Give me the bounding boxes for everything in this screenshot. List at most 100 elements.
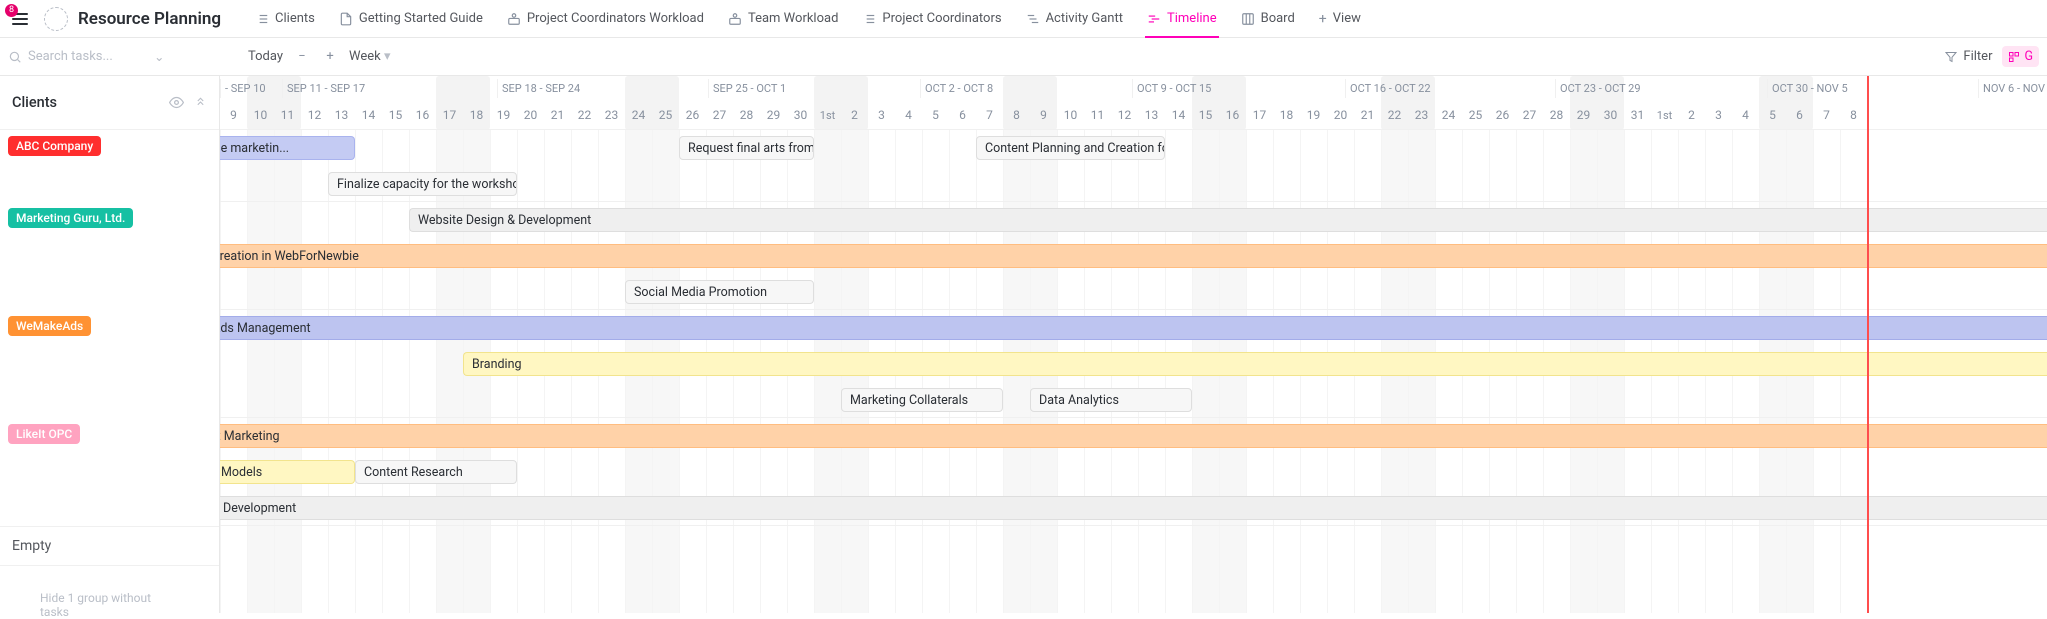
day-label: 28 <box>733 100 760 130</box>
today-button[interactable]: Today <box>248 49 283 64</box>
timeline-body[interactable]: nalize the marketin... Request final arts… <box>220 130 2047 613</box>
day-label: 4 <box>1732 100 1759 130</box>
tab-team-workload[interactable]: Team Workload <box>718 0 848 38</box>
visibility-icon[interactable] <box>169 95 184 110</box>
sidebar: Clients ABC Company Marketing Guru, Ltd. W… <box>0 76 220 613</box>
task-bar[interactable]: Article creation in WebForNewbie <box>220 244 2047 268</box>
search-icon <box>8 50 22 64</box>
hide-groups-message[interactable]: Hide 1 group without tasks <box>0 566 219 619</box>
menu-button[interactable]: 8 <box>8 7 32 31</box>
main: Clients ABC Company Marketing Guru, Ltd. W… <box>0 76 2047 613</box>
day-label: 25 <box>652 100 679 130</box>
day-label: 16 <box>409 100 436 130</box>
task-bar[interactable]: Data Analytics <box>1030 388 1192 412</box>
day-label: 16 <box>1219 100 1246 130</box>
space-icon <box>44 7 68 31</box>
task-bar[interactable]: Content Planning and Creation fo... <box>976 136 1165 160</box>
day-label: 30 <box>1597 100 1624 130</box>
group-mg[interactable]: Marketing Guru, Ltd. <box>0 202 219 310</box>
zoom-in-button[interactable]: + <box>321 49 339 64</box>
group-wma[interactable]: WeMakeAds <box>0 310 219 418</box>
task-bar[interactable]: Content Research <box>355 460 517 484</box>
group-tag: ABC Company <box>8 136 101 156</box>
day-label: 4 <box>895 100 922 130</box>
day-label: 27 <box>706 100 733 130</box>
zoom-select[interactable]: Week ▾ <box>349 49 390 64</box>
group-tag: LikeIt OPC <box>8 424 80 444</box>
day-label: 17 <box>436 100 463 130</box>
task-bar[interactable]: Content Models <box>220 460 355 484</box>
day-label: 7 <box>1813 100 1840 130</box>
task-bar[interactable]: Online Ads Management <box>220 316 2047 340</box>
group-tag: WeMakeAds <box>8 316 91 336</box>
day-label: 1st <box>1651 100 1678 130</box>
day-label: 26 <box>679 100 706 130</box>
week-label: SEP 25 - OCT 1 <box>708 79 786 98</box>
tab-clients[interactable]: Clients <box>245 0 325 38</box>
day-label: 27 <box>1516 100 1543 130</box>
task-bar[interactable]: Branding <box>463 352 2047 376</box>
tab-coordinators[interactable]: Project Coordinators <box>852 0 1011 38</box>
day-label: 24 <box>625 100 652 130</box>
day-label: 11 <box>1084 100 1111 130</box>
week-label: OCT 16 - OCT 22 <box>1345 79 1431 98</box>
day-label: 22 <box>1381 100 1408 130</box>
tab-timeline[interactable]: Timeline <box>1137 0 1227 38</box>
week-label: SEP 11 - SEP 17 <box>282 79 365 98</box>
day-label: 3 <box>868 100 895 130</box>
day-label: 18 <box>1273 100 1300 130</box>
tab-activity-gantt[interactable]: Activity Gantt <box>1016 0 1133 38</box>
tab-getting-started[interactable]: Getting Started Guide <box>329 0 493 38</box>
day-label: 18 <box>463 100 490 130</box>
tab-coord-workload[interactable]: Project Coordinators Workload <box>497 0 714 38</box>
search-box[interactable]: ⌄ <box>8 49 208 65</box>
week-label: OCT 9 - OCT 15 <box>1132 79 1211 98</box>
timeline-area[interactable]: - SEP 10SEP 11 - SEP 17SEP 18 - SEP 24SE… <box>220 76 2047 613</box>
week-label: OCT 23 - OCT 29 <box>1555 79 1641 98</box>
task-bar[interactable]: Social Media Promotion <box>625 280 814 304</box>
day-label: 21 <box>1354 100 1381 130</box>
day-label: 7 <box>976 100 1003 130</box>
chevron-down-icon[interactable]: ⌄ <box>154 49 164 65</box>
day-label: 15 <box>1192 100 1219 130</box>
task-bar[interactable]: Marketing Collaterals <box>841 388 1003 412</box>
filter-button[interactable]: Filter <box>1945 49 1992 64</box>
add-view-button[interactable]: +View <box>1309 0 1371 38</box>
day-label: 14 <box>1165 100 1192 130</box>
task-bar[interactable]: Strategy Development <box>220 496 2047 520</box>
day-label: 9 <box>220 100 247 130</box>
group-likeit[interactable]: LikeIt OPC <box>0 418 219 526</box>
view-tabs: ClientsGetting Started GuideProject Coor… <box>245 0 1371 38</box>
day-label: 10 <box>1057 100 1084 130</box>
group-abc[interactable]: ABC Company <box>0 130 219 202</box>
day-label: 6 <box>1786 100 1813 130</box>
task-bar[interactable]: Finalize capacity for the workshop <box>328 172 517 196</box>
day-label: 11 <box>274 100 301 130</box>
zoom-out-button[interactable]: − <box>293 49 311 64</box>
task-bar[interactable]: Moment Marketing <box>220 424 2047 448</box>
task-bar[interactable]: Request final arts from... <box>679 136 814 160</box>
collapse-icon[interactable] <box>194 95 207 108</box>
day-label: 2 <box>1678 100 1705 130</box>
group-by-header[interactable]: Clients <box>0 76 219 130</box>
day-label: 5 <box>1759 100 1786 130</box>
week-label: OCT 30 - NOV 5 <box>1767 79 1848 98</box>
group-button[interactable]: G <box>2002 46 2039 67</box>
task-bar[interactable]: nalize the marketin... <box>220 136 355 160</box>
day-label: 8 <box>1003 100 1030 130</box>
day-label: 26 <box>1489 100 1516 130</box>
toolbar: ⌄ Today − + Week ▾ Filter G <box>0 38 2047 76</box>
group-tag: Marketing Guru, Ltd. <box>8 208 133 228</box>
day-label: 23 <box>1408 100 1435 130</box>
task-bar[interactable]: Website Design & Development <box>409 208 2047 232</box>
day-label: 9 <box>1030 100 1057 130</box>
day-label: 12 <box>301 100 328 130</box>
day-label: 15 <box>382 100 409 130</box>
empty-group[interactable]: Empty <box>0 526 219 566</box>
day-label: 14 <box>355 100 382 130</box>
day-label: 29 <box>760 100 787 130</box>
day-label: 20 <box>1327 100 1354 130</box>
day-label: 31 <box>1624 100 1651 130</box>
tab-board[interactable]: Board <box>1231 0 1305 38</box>
search-input[interactable] <box>28 49 148 64</box>
